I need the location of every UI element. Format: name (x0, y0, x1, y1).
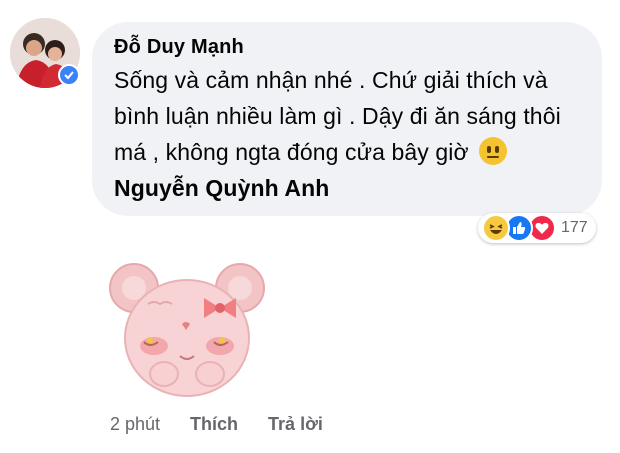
comment-bubble: Đỗ Duy Mạnh Sống và cảm nhận nhé . Chứ g… (92, 22, 602, 216)
bear-sticker (102, 258, 272, 398)
verified-badge-icon (58, 64, 80, 86)
mention-link[interactable]: Nguyễn Quỳnh Anh (114, 175, 329, 201)
haha-icon (482, 214, 510, 242)
comment-actions: 2 phút Thích Trả lời (110, 414, 323, 435)
comment-text: Sống và cảm nhận nhé . Chứ giải thích và… (114, 62, 584, 206)
like-button[interactable]: Thích (190, 414, 238, 435)
comment-timestamp[interactable]: 2 phút (110, 414, 160, 435)
reaction-count: 177 (561, 219, 588, 236)
reply-button[interactable]: Trả lời (268, 414, 323, 435)
reaction-summary[interactable]: 177 (478, 213, 596, 243)
comment-author[interactable]: Đỗ Duy Mạnh (114, 34, 584, 60)
neutral-face-icon (479, 137, 508, 165)
